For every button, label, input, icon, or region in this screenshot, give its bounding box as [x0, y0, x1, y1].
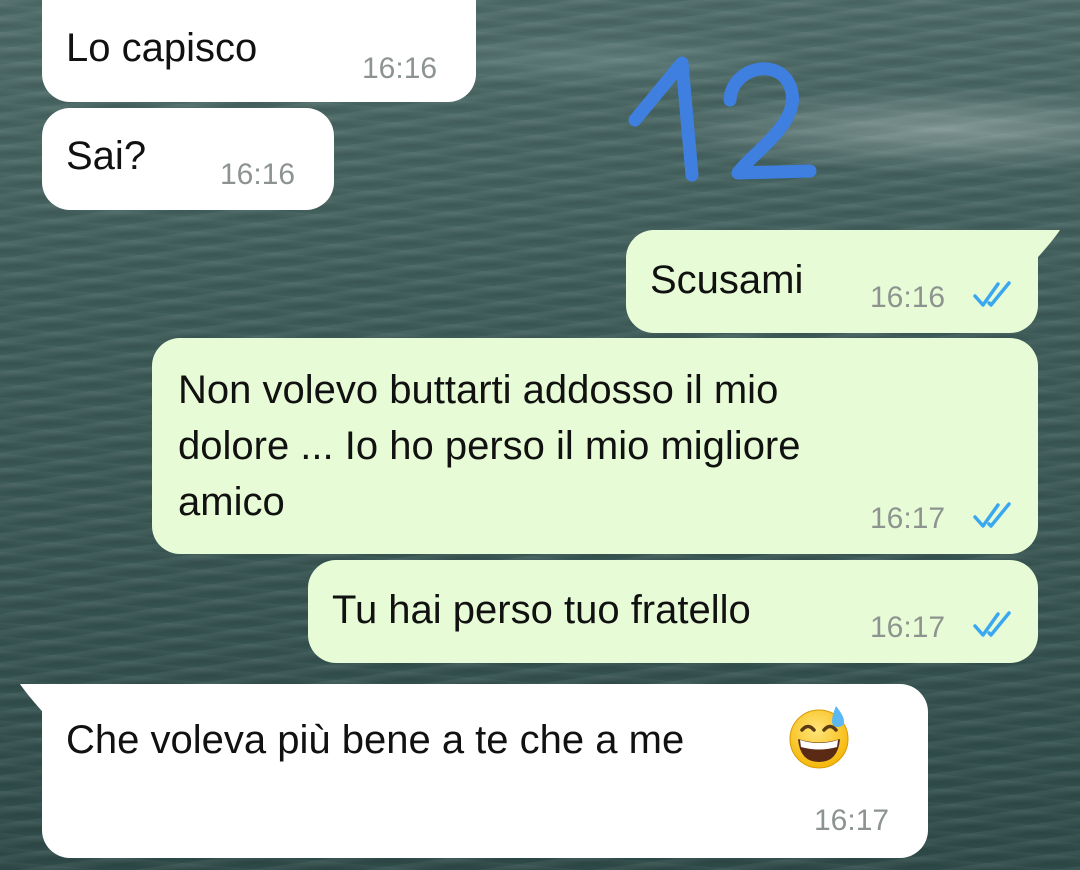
message-bubble-outgoing[interactable]: Tu hai perso tuo fratello 16:17	[308, 560, 1038, 663]
message-text: Scusami	[650, 258, 804, 302]
handwritten-number-annotation	[628, 56, 817, 182]
message-text: Sai?	[66, 134, 147, 178]
message-bubble-incoming[interactable]: Lo capisco 16:16	[42, 0, 476, 102]
message-text-line: dolore ... Io ho perso il mio migliore	[178, 424, 801, 468]
message-text-line: amico	[178, 480, 285, 524]
bubble-tail	[1030, 230, 1060, 266]
double-check-read-icon	[973, 611, 1011, 637]
message-timestamp: 16:17	[870, 611, 946, 644]
grinning-face-with-sweat-emoji	[789, 706, 849, 769]
message-timestamp: 16:17	[814, 804, 890, 837]
message-timestamp: 16:16	[870, 281, 946, 314]
message-bubble-incoming[interactable]: Sai? 16:16	[42, 108, 334, 210]
message-bubble-outgoing[interactable]: Scusami 16:16	[626, 230, 1038, 333]
message-timestamp: 16:17	[870, 502, 946, 535]
message-text: Che voleva più bene a te che a me	[66, 718, 685, 762]
message-text: Tu hai perso tuo fratello	[332, 588, 751, 632]
message-timestamp: 16:16	[362, 52, 438, 85]
message-bubble-incoming[interactable]: Che voleva più bene a te che a me 16:17	[42, 684, 928, 858]
message-text-line: Non volevo buttarti addosso il mio	[178, 368, 779, 412]
double-check-read-icon	[973, 502, 1011, 528]
message-timestamp: 16:16	[220, 158, 296, 191]
message-text: Lo capisco	[66, 26, 258, 70]
message-bubble-outgoing[interactable]: Non volevo buttarti addosso il mio dolor…	[152, 338, 1038, 554]
double-check-read-icon	[973, 281, 1011, 307]
